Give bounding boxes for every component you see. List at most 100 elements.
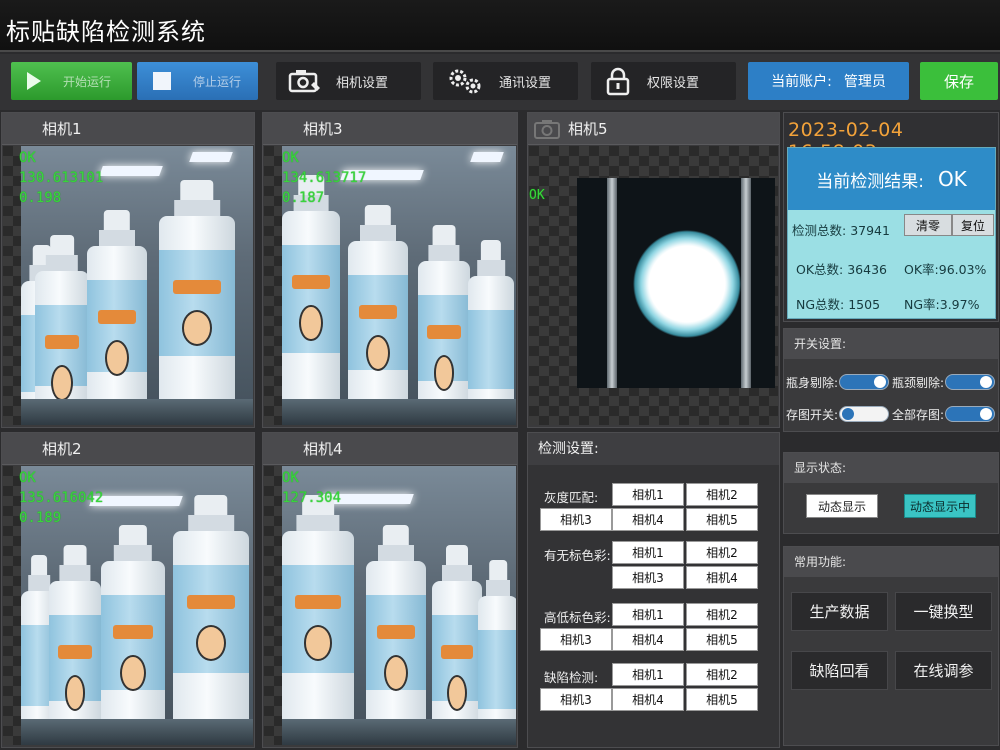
total-count: 检测总数: 37941 — [792, 220, 890, 239]
save-all-toggle[interactable] — [945, 406, 995, 422]
comm-settings-button[interactable]: 通讯设置 — [433, 62, 578, 100]
production-data-button[interactable]: 生产数据 — [791, 592, 888, 631]
dynamic-display-button[interactable]: 动态显示 — [806, 494, 878, 518]
camera-4-value1: 127.304 — [282, 490, 342, 506]
current-result: 当前检测结果: OK — [788, 148, 995, 210]
clear-button[interactable]: 清零 — [904, 214, 952, 236]
camera-1-overlay: OK 130.613101 0.198 — [19, 148, 103, 208]
gray-match-cam5[interactable]: 相机5 — [686, 508, 758, 531]
start-button[interactable]: 开始运行 — [11, 62, 132, 100]
camera-4-status: OK — [282, 470, 299, 486]
camera-1-value2: 0.198 — [19, 190, 62, 206]
detection-settings-header: 检测设置: — [528, 433, 779, 465]
camera-5-header: 相机5 — [528, 113, 779, 145]
label-height-cam5[interactable]: 相机5 — [686, 628, 758, 651]
camera-panel-1: 相机1 OK 130.613101 0.198 — [1, 112, 255, 428]
result-value: OK — [937, 167, 967, 191]
camera-3-status: OK — [282, 150, 299, 166]
camera-3-title: 相机3 — [263, 113, 517, 145]
label-presence-cam3[interactable]: 相机3 — [612, 566, 684, 589]
account-name: 管理员 — [843, 74, 886, 90]
stop-label: 停止运行 — [193, 74, 242, 89]
gray-match-cam4[interactable]: 相机4 — [612, 508, 684, 531]
dynamic-display-active-button[interactable]: 动态显示中 — [904, 494, 976, 518]
camera-1-view[interactable]: OK 130.613101 0.198 — [3, 146, 253, 425]
stop-button[interactable]: 停止运行 — [137, 62, 258, 100]
defect-review-button[interactable]: 缺陷回看 — [791, 651, 888, 690]
defect-detect-cam3[interactable]: 相机3 — [540, 688, 612, 711]
camera-3-value2: 0.187 — [282, 190, 325, 206]
label-height-cam2[interactable]: 相机2 — [686, 603, 758, 626]
display-state-panel: 显示状态: 动态显示 动态显示中 — [783, 452, 999, 534]
common-functions-panel: 常用功能: 生产数据 一键换型 缺陷回看 在线调参 — [783, 546, 999, 746]
camera-3-view[interactable]: OK 134.613717 0.187 — [264, 146, 516, 425]
switch-settings-header: 开关设置: — [784, 329, 998, 359]
neck-reject-label: 瓶颈剔除: — [892, 376, 945, 390]
start-label: 开始运行 — [63, 74, 112, 89]
gray-match-label: 灰度匹配: — [544, 490, 599, 505]
save-image-label: 存图开关: — [786, 408, 839, 422]
body-reject-toggle[interactable] — [839, 374, 889, 390]
label-height-cam3[interactable]: 相机3 — [540, 628, 612, 651]
ng-rate-label: NG率: — [904, 297, 940, 312]
save-image-toggle[interactable] — [839, 406, 889, 422]
permission-settings-button[interactable]: 权限设置 — [591, 62, 736, 100]
ng-rate-value: 3.97% — [939, 297, 980, 312]
online-tuning-button[interactable]: 在线调参 — [895, 651, 992, 690]
label-presence-cam1[interactable]: 相机1 — [612, 541, 684, 564]
defect-detect-cam1[interactable]: 相机1 — [612, 663, 684, 686]
label-presence-cam4[interactable]: 相机4 — [686, 566, 758, 589]
camera-2-overlay: OK 135.616042 0.189 — [19, 468, 103, 528]
result-box: 当前检测结果: OK 检测总数: 37941 清零 复位 OK总数: 36436… — [787, 147, 996, 319]
stop-icon — [153, 72, 171, 90]
camera-2-view[interactable]: OK 135.616042 0.189 — [3, 466, 253, 745]
camera-3-overlay: OK 134.613717 0.187 — [282, 148, 366, 208]
gray-match-cam2[interactable]: 相机2 — [686, 483, 758, 506]
camera-1-value1: 130.613101 — [19, 170, 104, 186]
ok-total-value: 36436 — [847, 262, 887, 277]
gears-icon — [449, 69, 481, 94]
label-presence-cam2[interactable]: 相机2 — [686, 541, 758, 564]
camera-3-value1: 134.613717 — [282, 170, 367, 186]
gray-match-cam1[interactable]: 相机1 — [612, 483, 684, 506]
ok-rate-label: OK率: — [904, 262, 939, 277]
total-label: 检测总数: — [792, 223, 847, 238]
label-presence-label: 有无标色彩: — [544, 548, 611, 563]
camera-5-view[interactable]: OK — [529, 146, 778, 425]
body-reject-label: 瓶身剔除: — [786, 376, 839, 390]
camera-5-status: OK — [529, 188, 545, 203]
toolbar: 开始运行 停止运行 相机设置 通讯设置 权限设置 当前账户: 管理员 保存 — [0, 54, 1000, 110]
camera-2-status: OK — [19, 470, 36, 486]
camera-2-value1: 135.616042 — [19, 490, 104, 506]
camera-settings-icon — [288, 70, 320, 93]
camera-4-view[interactable]: OK 127.304 — [264, 466, 516, 745]
label-height-cam4[interactable]: 相机4 — [612, 628, 684, 651]
ok-rate: OK率:96.03% — [904, 259, 986, 278]
ng-rate: NG率:3.97% — [904, 294, 979, 313]
neck-reject-toggle[interactable] — [945, 374, 995, 390]
defect-detect-cam5[interactable]: 相机5 — [686, 688, 758, 711]
account-label: 当前账户: — [771, 74, 832, 90]
ok-total: OK总数: 36436 — [796, 259, 887, 278]
defect-detect-cam2[interactable]: 相机2 — [686, 663, 758, 686]
camera-5-image — [577, 178, 775, 388]
common-functions-header: 常用功能: — [784, 547, 998, 577]
one-key-change-button[interactable]: 一键换型 — [895, 592, 992, 631]
title-bar: 标贴缺陷检测系统 — [0, 0, 1000, 52]
defect-detect-cam4[interactable]: 相机4 — [612, 688, 684, 711]
camera-panel-3: 相机3 OK 134.613717 0.187 — [262, 112, 518, 428]
defect-detect-label: 缺陷检测: — [544, 670, 599, 685]
camera-panel-2: 相机2 OK 135.616042 0.189 — [1, 432, 255, 748]
reset-button[interactable]: 复位 — [952, 214, 994, 236]
gray-match-cam3[interactable]: 相机3 — [540, 508, 612, 531]
ng-total: NG总数: 1505 — [796, 294, 880, 313]
play-icon — [27, 72, 41, 90]
result-label: 当前检测结果: — [816, 171, 924, 192]
switch-settings-panel: 开关设置: 瓶身剔除: 瓶颈剔除: 存图开关: 全部存图: — [783, 328, 999, 432]
label-height-cam1[interactable]: 相机1 — [612, 603, 684, 626]
display-state-header: 显示状态: — [784, 453, 998, 483]
camera-settings-button[interactable]: 相机设置 — [276, 62, 421, 100]
save-button[interactable]: 保存 — [920, 62, 998, 100]
current-account: 当前账户: 管理员 — [748, 62, 909, 100]
app-title: 标贴缺陷检测系统 — [6, 18, 206, 46]
